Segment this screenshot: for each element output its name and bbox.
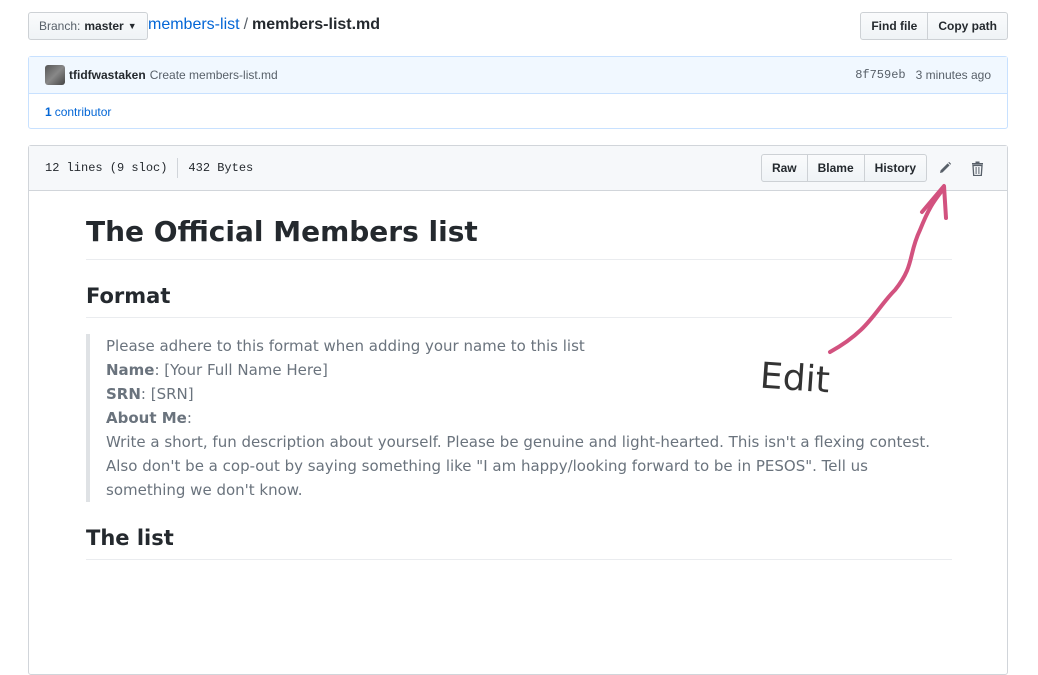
name-label: Name xyxy=(106,360,155,379)
about-label: About Me xyxy=(106,408,187,427)
breadcrumb: members-list / members-list.md xyxy=(148,16,380,34)
markdown-title: The Official Members list xyxy=(86,201,952,260)
list-heading: The list xyxy=(86,526,952,560)
commit-author[interactable]: tfidfwastaken xyxy=(69,68,146,82)
avatar[interactable] xyxy=(45,65,65,85)
breadcrumb-file: members-list.md xyxy=(252,16,381,33)
copy-path-button[interactable]: Copy path xyxy=(927,12,1008,40)
srn-label: SRN xyxy=(106,384,141,403)
branch-label: Branch: xyxy=(39,19,81,33)
srn-value: : [SRN] xyxy=(140,384,194,403)
breadcrumb-separator: / xyxy=(243,16,249,33)
commit-sha[interactable]: 8f759eb xyxy=(855,68,905,82)
trash-icon[interactable] xyxy=(963,154,991,182)
latest-commit-row: tfidfwastaken Create members-list.md 8f7… xyxy=(29,57,1007,94)
history-button[interactable]: History xyxy=(863,154,927,182)
blame-button[interactable]: Blame xyxy=(806,154,865,182)
name-value: : [Your Full Name Here] xyxy=(154,360,328,379)
find-file-button[interactable]: Find file xyxy=(860,12,929,40)
contributors-link[interactable]: 1 contributor xyxy=(29,94,1007,129)
file-header: 12 lines (9 sloc) 432 Bytes Raw Blame Hi… xyxy=(29,146,1007,191)
file-info-divider xyxy=(177,158,179,178)
file-navigation-actions: Find file Copy path xyxy=(860,12,1008,40)
raw-button[interactable]: Raw xyxy=(760,154,808,182)
about-suffix: : xyxy=(186,408,192,427)
contributors-label: contributor xyxy=(54,104,112,119)
format-heading: Format xyxy=(86,284,952,318)
breadcrumb-repo-link[interactable]: members-list xyxy=(148,16,240,33)
about-line: About Me: xyxy=(106,406,952,430)
pencil-icon[interactable] xyxy=(931,154,959,182)
edit-annotation-label: Edit xyxy=(758,355,832,402)
commit-tease: tfidfwastaken Create members-list.md 8f7… xyxy=(28,56,1008,129)
file-actions: Raw Blame History xyxy=(760,154,991,182)
about-description-1: Write a short, fun description about you… xyxy=(106,432,931,451)
contributors-count: 1 xyxy=(45,104,52,119)
commit-message[interactable]: Create members-list.md xyxy=(150,68,278,82)
file-size-info: 432 Bytes xyxy=(188,161,254,175)
file-lines-info: 12 lines (9 sloc) xyxy=(45,161,168,175)
branch-selector-button[interactable]: Branch: master ▼ xyxy=(28,12,148,40)
quote-intro: Please adhere to this format when adding… xyxy=(106,336,585,355)
branch-value: master xyxy=(84,19,124,33)
caret-down-icon: ▼ xyxy=(127,21,137,31)
about-description-2: Also don't be a cop-out by saying someth… xyxy=(106,456,868,499)
file-view: 12 lines (9 sloc) 432 Bytes Raw Blame Hi… xyxy=(28,145,1008,675)
commit-time: 3 minutes ago xyxy=(915,68,991,82)
